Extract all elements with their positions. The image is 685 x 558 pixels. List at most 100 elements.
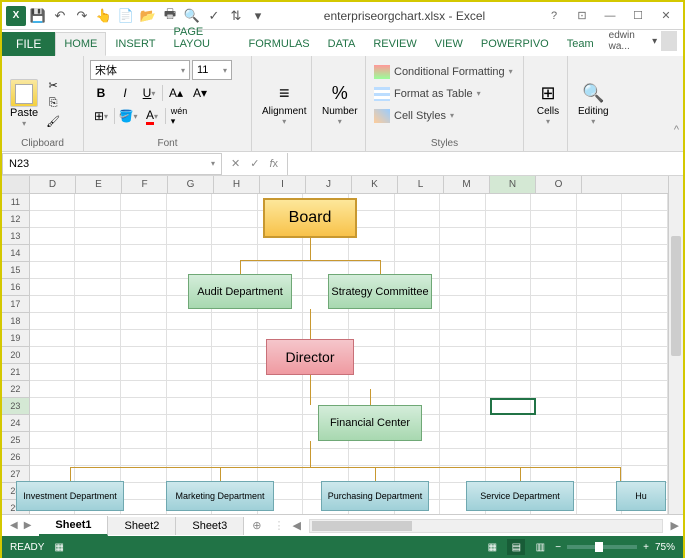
- sheet-tab[interactable]: Sheet3: [176, 517, 244, 535]
- fx-icon[interactable]: fx: [266, 158, 281, 170]
- format-painter-icon[interactable]: 🖌: [44, 114, 62, 130]
- org-node-investment[interactable]: Investment Department: [16, 481, 124, 511]
- col-header[interactable]: I: [260, 176, 306, 193]
- row-header[interactable]: 25: [2, 432, 30, 449]
- collapse-ribbon-icon[interactable]: ^: [674, 124, 679, 136]
- col-header[interactable]: H: [214, 176, 260, 193]
- open-icon[interactable]: 📂: [138, 6, 158, 26]
- hscroll-left-icon[interactable]: ◀: [288, 519, 304, 532]
- tab-insert[interactable]: INSERT: [106, 32, 164, 56]
- cut-icon[interactable]: ✂: [44, 78, 62, 94]
- help-icon[interactable]: ?: [541, 6, 567, 26]
- close-icon[interactable]: ✕: [653, 6, 679, 26]
- increase-font-icon[interactable]: A▴: [165, 83, 187, 103]
- org-node-strategy[interactable]: Strategy Committee: [328, 274, 432, 309]
- row-header[interactable]: 14: [2, 245, 30, 262]
- sheet-nav-next-icon[interactable]: ▶: [22, 518, 34, 533]
- view-pagebreak-icon[interactable]: ▥: [531, 539, 549, 555]
- row-header[interactable]: 12: [2, 211, 30, 228]
- tab-team[interactable]: Team: [558, 32, 603, 56]
- col-header[interactable]: J: [306, 176, 352, 193]
- org-node-board[interactable]: Board: [263, 198, 357, 238]
- cancel-formula-icon[interactable]: ✕: [228, 157, 243, 170]
- font-name-select[interactable]: 宋体▾: [90, 60, 190, 80]
- col-header[interactable]: E: [76, 176, 122, 193]
- org-node-director[interactable]: Director: [266, 339, 354, 375]
- cells-button[interactable]: ⊞ Cells ▾: [530, 78, 566, 130]
- col-header[interactable]: G: [168, 176, 214, 193]
- col-header[interactable]: D: [30, 176, 76, 193]
- touch-mode-icon[interactable]: 👆: [94, 6, 114, 26]
- paste-button[interactable]: Paste ▾: [8, 77, 40, 130]
- number-button[interactable]: % Number ▾: [318, 78, 362, 130]
- user-account[interactable]: edwin wa... ▾: [603, 26, 683, 56]
- row-header[interactable]: 18: [2, 313, 30, 330]
- tab-view[interactable]: VIEW: [426, 32, 472, 56]
- row-header[interactable]: 15: [2, 262, 30, 279]
- hscroll-right-icon[interactable]: ▶: [667, 519, 683, 532]
- bold-button[interactable]: B: [90, 83, 112, 103]
- enter-formula-icon[interactable]: ✓: [247, 157, 262, 170]
- font-color-button[interactable]: A▾: [141, 106, 163, 126]
- row-header[interactable]: 24: [2, 415, 30, 432]
- row-header[interactable]: 22: [2, 381, 30, 398]
- row-header[interactable]: 11: [2, 194, 30, 211]
- tab-file[interactable]: FILE: [2, 32, 55, 56]
- row-header[interactable]: 19: [2, 330, 30, 347]
- col-header[interactable]: L: [398, 176, 444, 193]
- col-header[interactable]: M: [444, 176, 490, 193]
- view-pagelayout-icon[interactable]: ▤: [507, 539, 525, 555]
- decrease-font-icon[interactable]: A▾: [189, 83, 211, 103]
- tab-home[interactable]: HOME: [55, 32, 106, 56]
- formula-bar[interactable]: [287, 153, 683, 175]
- row-header[interactable]: 26: [2, 449, 30, 466]
- vertical-scrollbar[interactable]: [668, 176, 683, 514]
- tab-review[interactable]: REVIEW: [364, 32, 425, 56]
- view-normal-icon[interactable]: ▦: [483, 539, 501, 555]
- zoom-out-icon[interactable]: −: [555, 542, 561, 553]
- editing-button[interactable]: 🔍 Editing ▾: [574, 78, 613, 130]
- name-box[interactable]: N23▾: [2, 153, 222, 175]
- cell-styles-button[interactable]: Cell Styles ▾: [372, 105, 517, 126]
- minimize-icon[interactable]: —: [597, 6, 623, 26]
- qat-dropdown-icon[interactable]: ▾: [248, 6, 268, 26]
- sheet-tab[interactable]: Sheet1: [39, 516, 108, 536]
- org-node-marketing[interactable]: Marketing Department: [166, 481, 274, 511]
- row-header[interactable]: 16: [2, 279, 30, 296]
- conditional-formatting-button[interactable]: Conditional Formatting ▾: [372, 61, 517, 82]
- org-node-service[interactable]: Service Department: [466, 481, 574, 511]
- font-size-select[interactable]: 11▾: [192, 60, 232, 80]
- row-header[interactable]: 23: [2, 398, 30, 415]
- sheet-tab[interactable]: Sheet2: [108, 517, 176, 535]
- org-node-audit[interactable]: Audit Department: [188, 274, 292, 309]
- row-header[interactable]: 21: [2, 364, 30, 381]
- tab-pagelayout[interactable]: PAGE LAYOU: [164, 20, 239, 56]
- sheet-nav-prev-icon[interactable]: ◀: [8, 518, 20, 533]
- fill-color-button[interactable]: 🪣▾: [117, 106, 139, 126]
- excel-icon[interactable]: X: [6, 6, 26, 26]
- tab-data[interactable]: DATA: [319, 32, 365, 56]
- col-header[interactable]: N: [490, 176, 536, 193]
- borders-button[interactable]: ⊞ ▾: [90, 106, 112, 126]
- tab-powerpivot[interactable]: POWERPIVO: [472, 32, 558, 56]
- redo-icon[interactable]: ↷: [72, 6, 92, 26]
- maximize-icon[interactable]: ☐: [625, 6, 651, 26]
- zoom-in-icon[interactable]: +: [643, 542, 649, 553]
- save-icon[interactable]: 💾: [28, 6, 48, 26]
- italic-button[interactable]: I: [114, 83, 136, 103]
- macro-record-icon[interactable]: ▦: [54, 542, 63, 553]
- select-all-corner[interactable]: [2, 176, 30, 193]
- row-header[interactable]: 13: [2, 228, 30, 245]
- col-header[interactable]: O: [536, 176, 582, 193]
- col-header[interactable]: K: [352, 176, 398, 193]
- ribbon-options-icon[interactable]: ⊡: [569, 6, 595, 26]
- org-node-purchasing[interactable]: Purchasing Department: [321, 481, 429, 511]
- org-node-hu[interactable]: Hu: [616, 481, 666, 511]
- underline-button[interactable]: U ▾: [138, 83, 160, 103]
- horizontal-scrollbar[interactable]: [309, 519, 663, 533]
- org-node-financial[interactable]: Financial Center: [318, 405, 422, 441]
- undo-icon[interactable]: ↶: [50, 6, 70, 26]
- tab-formulas[interactable]: FORMULAS: [240, 32, 319, 56]
- row-header[interactable]: 17: [2, 296, 30, 313]
- row-header[interactable]: 20: [2, 347, 30, 364]
